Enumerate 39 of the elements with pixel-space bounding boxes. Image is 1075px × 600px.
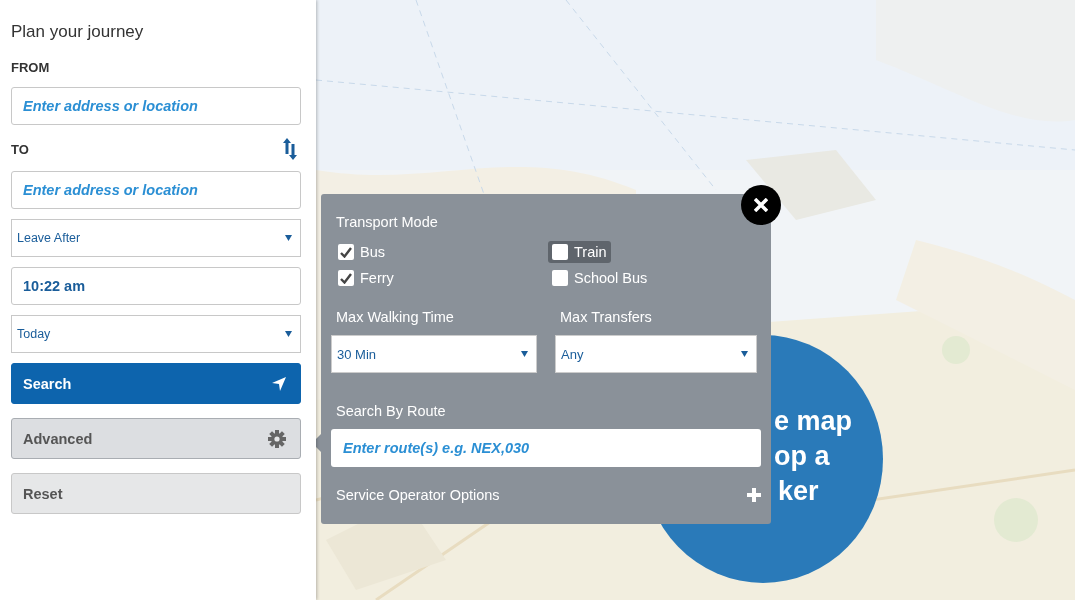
- mode-option[interactable]: School Bus: [548, 267, 652, 289]
- caret-icon: [285, 331, 292, 337]
- transfers-label: Max Transfers: [560, 309, 653, 325]
- caret-icon: [285, 235, 292, 241]
- close-icon: [754, 198, 768, 212]
- route-field[interactable]: Enter route(s) e.g. NEX,030: [331, 429, 761, 467]
- navigation-arrow-icon: [272, 376, 286, 391]
- plus-icon[interactable]: [747, 488, 761, 502]
- checkbox[interactable]: [552, 270, 568, 286]
- time-field[interactable]: 10:22 am: [11, 267, 301, 305]
- swap-icon[interactable]: [283, 137, 297, 161]
- mode-option[interactable]: Ferry: [334, 267, 398, 289]
- map-prompt-text: ker: [778, 475, 820, 508]
- date-select[interactable]: Today: [11, 315, 301, 353]
- mode-option[interactable]: Bus: [334, 241, 389, 263]
- advanced-button[interactable]: Advanced: [11, 418, 301, 459]
- service-operator-options-label: Service Operator Options: [336, 487, 500, 503]
- route-search-label: Search By Route: [336, 403, 447, 419]
- panel-title: Plan your journey: [11, 22, 145, 42]
- from-field[interactable]: Enter address or location: [11, 87, 301, 125]
- from-label: FROM: [11, 60, 50, 75]
- checkbox[interactable]: [338, 270, 354, 286]
- search-button[interactable]: Search: [11, 363, 301, 404]
- transfers-select[interactable]: Any: [555, 335, 757, 373]
- reset-button[interactable]: Reset: [11, 473, 301, 514]
- to-label: TO: [11, 141, 29, 157]
- walking-time-select[interactable]: 30 Min: [331, 335, 537, 373]
- caret-icon: [521, 351, 528, 357]
- map-prompt-text: e map: [774, 405, 853, 438]
- transport-mode-heading: Transport Mode: [336, 214, 439, 230]
- checkbox[interactable]: [552, 244, 568, 260]
- to-field[interactable]: Enter address or location: [11, 171, 301, 209]
- mode-option[interactable]: Train: [548, 241, 611, 263]
- map-prompt-text: op a: [774, 440, 831, 473]
- settings-icon: [268, 429, 286, 448]
- caret-icon: [741, 351, 748, 357]
- checkbox[interactable]: [338, 244, 354, 260]
- walking-time-label: Max Walking Time: [336, 309, 455, 325]
- departure-select[interactable]: Leave After: [11, 219, 301, 257]
